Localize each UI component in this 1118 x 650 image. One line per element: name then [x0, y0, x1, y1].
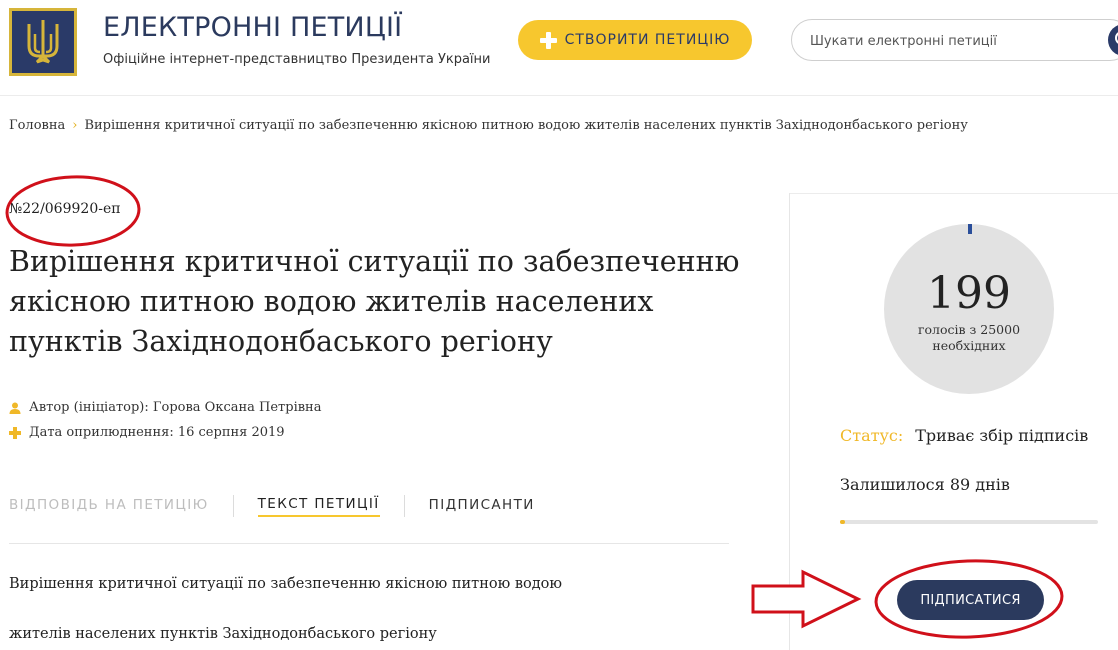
tab-answer[interactable]: ВІДПОВІДЬ НА ПЕТИЦІЮ: [9, 497, 209, 516]
trident-logo-icon: [27, 20, 59, 64]
petition-body-line: Вирішення критичної ситуації по забезпеч…: [9, 576, 562, 592]
vote-caption-line-1: голосів з 25000: [917, 322, 1021, 337]
sidebar-top-border: [789, 193, 1118, 194]
status-label: Статус:: [840, 426, 904, 445]
petition-body-line: жителів населених пунктів Західнодонбась…: [9, 626, 437, 642]
progress-bar: [840, 520, 1098, 524]
breadcrumb-home-link[interactable]: Головна: [9, 118, 65, 133]
sign-petition-button[interactable]: ПІДПИСАТИСЯ: [897, 580, 1044, 620]
petition-tabs: ВІДПОВІДЬ НА ПЕТИЦІЮ ТЕКСТ ПЕТИЦІЇ ПІДПИ…: [9, 494, 535, 518]
days-left: Залишилося 89 днів: [840, 475, 1010, 494]
plus-icon: [539, 31, 557, 49]
vote-caption-line-2: необхідних: [932, 338, 1006, 353]
progress-bar-fill: [840, 520, 846, 524]
site-logo[interactable]: [9, 8, 77, 76]
chevron-right-icon: ›: [72, 118, 78, 133]
petition-number: №22/069920-еп: [9, 201, 121, 217]
tab-divider: [403, 495, 405, 517]
search-input[interactable]: [808, 30, 1102, 52]
petition-date-text: Дата оприлюднення: 16 серпня 2019: [29, 425, 285, 440]
vote-progress-tick: [968, 224, 972, 234]
petition-date: Дата оприлюднення: 16 серпня 2019: [9, 425, 285, 440]
vote-counter: 199 голосів з 25000 необхідних: [884, 224, 1054, 394]
create-petition-label: СТВОРИТИ ПЕТИЦІЮ: [564, 32, 731, 48]
breadcrumb: Головна › Вирішення критичної ситуації по …: [9, 118, 968, 133]
arrow-right-annotation-icon: [751, 569, 862, 629]
search-box: [791, 19, 1118, 61]
tab-divider: [232, 495, 234, 517]
status-row: Статус: Триває збір підписів: [840, 426, 1088, 445]
petition-title: Вирішення критичної ситуації по забезпеч…: [9, 245, 740, 358]
content-divider: [9, 543, 729, 544]
breadcrumb-current: Вирішення критичної ситуації по забезпеч…: [84, 118, 968, 133]
vote-count: 199: [927, 268, 1011, 319]
vote-caption: голосів з 25000 необхідних: [884, 322, 1054, 354]
search-button[interactable]: [1108, 24, 1118, 56]
status-value: Триває збір підписів: [915, 426, 1089, 445]
petition-author-text: Автор (ініціатор): Горова Оксана Петрівн…: [29, 400, 322, 415]
site-subtitle: Офіційне інтернет-представництво Президе…: [103, 52, 491, 67]
tab-signers[interactable]: ПІДПИСАНТИ: [429, 497, 535, 516]
tab-petition-text[interactable]: ТЕКСТ ПЕТИЦІЇ: [257, 496, 380, 517]
search-icon: [1115, 32, 1118, 44]
petition-author: Автор (ініціатор): Горова Оксана Петрівн…: [9, 400, 321, 415]
create-petition-button[interactable]: СТВОРИТИ ПЕТИЦІЮ: [518, 20, 752, 60]
sidebar-border: [789, 193, 790, 650]
person-icon: [9, 402, 21, 414]
plus-small-icon: [9, 426, 21, 439]
header-divider: [0, 95, 1118, 96]
site-title[interactable]: ЕЛЕКТРОННІ ПЕТИЦІЇ: [103, 12, 402, 43]
